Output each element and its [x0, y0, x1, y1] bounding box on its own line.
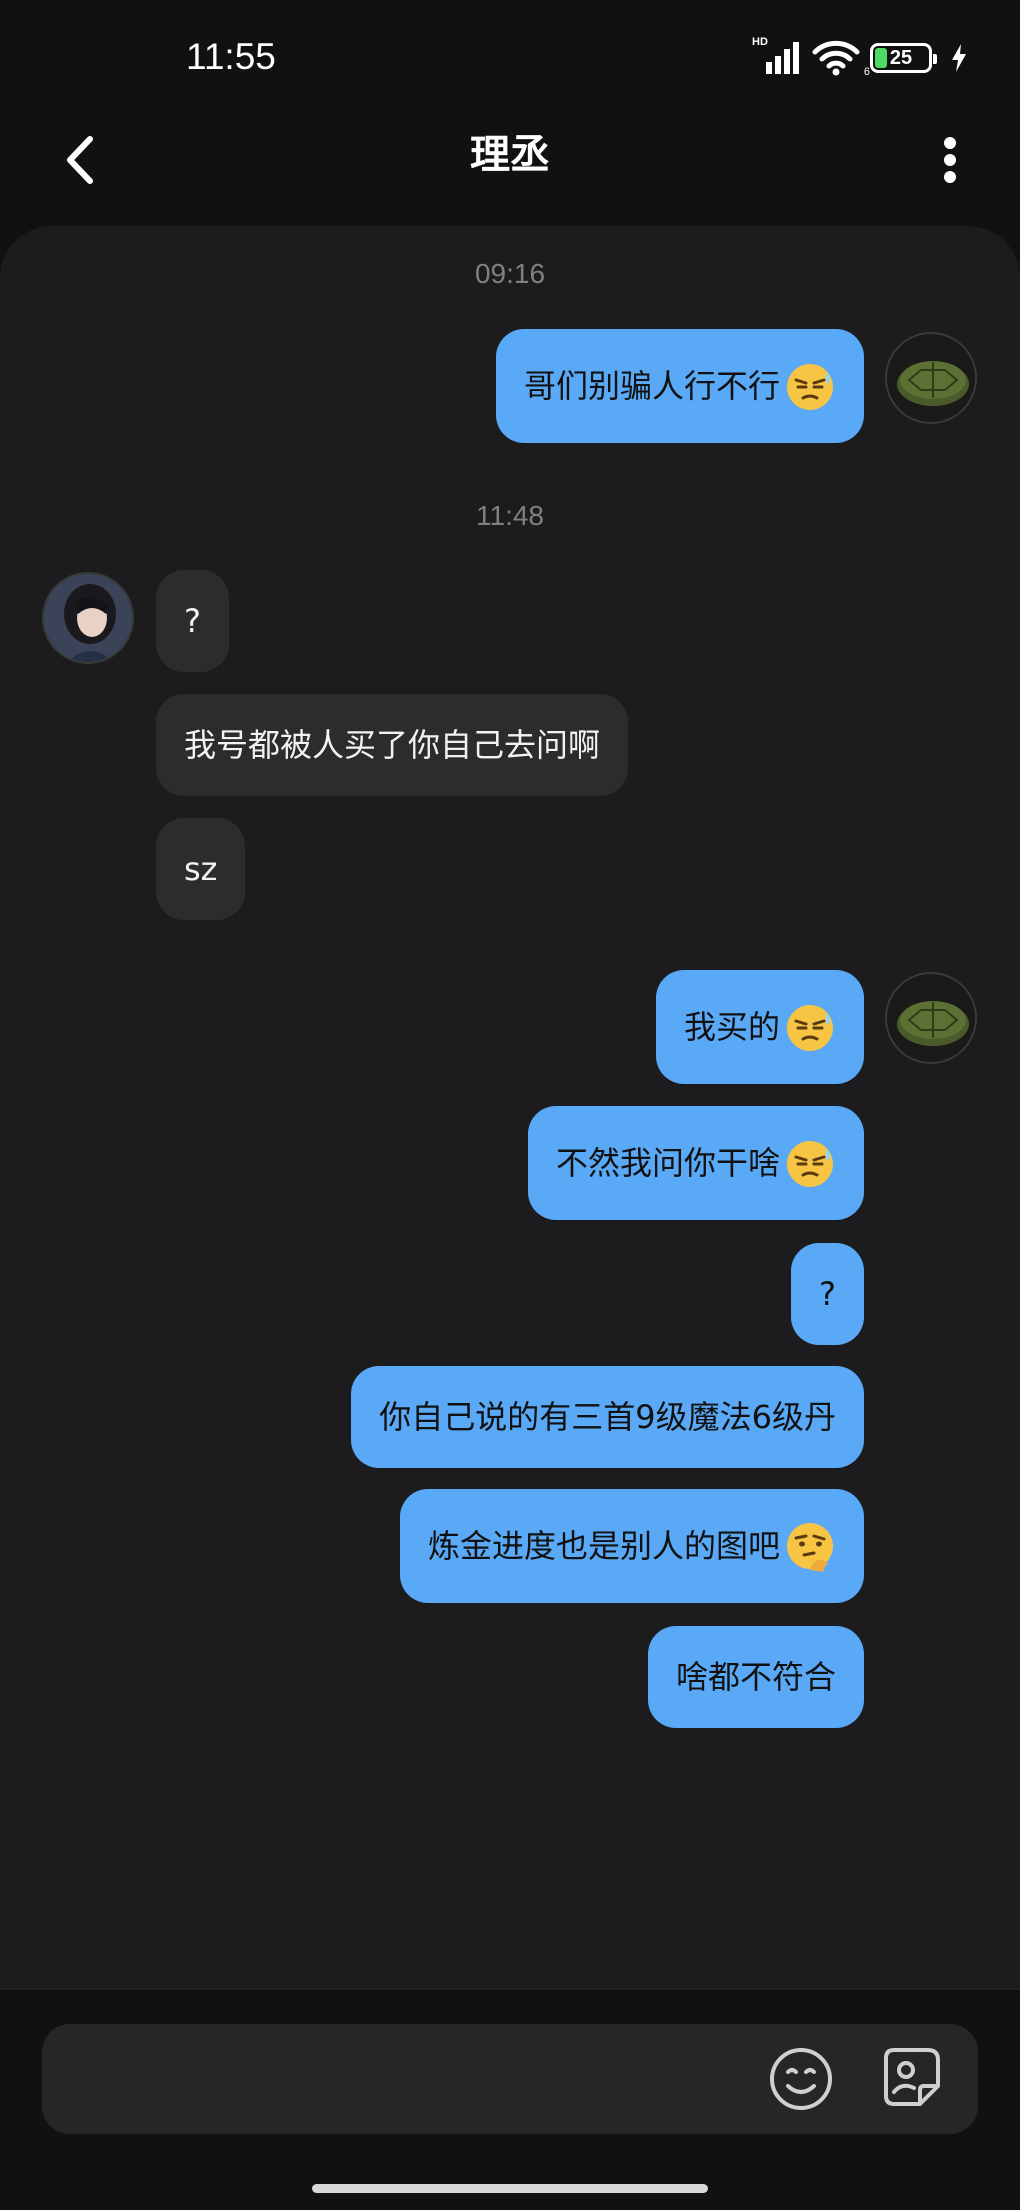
- message-input[interactable]: [42, 2024, 978, 2134]
- battery-level: 25: [889, 46, 913, 69]
- message-bubble-outgoing[interactable]: 你自己说的有三首9级魔法6级丹: [351, 1366, 864, 1468]
- message-text: 我号都被人买了你自己去问啊: [184, 726, 601, 764]
- more-vertical-icon: [944, 137, 956, 183]
- battery-fill: [875, 48, 887, 68]
- message-text: 我买的: [683, 1008, 780, 1046]
- home-indicator[interactable]: [312, 2184, 708, 2193]
- message-list[interactable]: 09:16 哥们别骗人行不行 11:48 ? 我号都被人买了你自己去问啊 sz …: [0, 226, 1020, 1988]
- timestamp: 09:16: [474, 258, 546, 289]
- message-bubble-outgoing[interactable]: 哥们别骗人行不行: [495, 329, 864, 443]
- message-text: ?: [184, 602, 201, 640]
- message-text: sz: [184, 850, 218, 888]
- profile-photo-avatar: [44, 574, 132, 662]
- sweat-smug-emoji: [787, 1005, 833, 1051]
- contact-name: 理丞: [470, 132, 550, 178]
- sweat-smug-emoji: [787, 1141, 833, 1187]
- avatar[interactable]: [885, 972, 977, 1064]
- message-text: 你自己说的有三首9级魔法6级丹: [379, 1398, 836, 1436]
- more-options-button[interactable]: [920, 125, 980, 195]
- wifi-icon: 6: [812, 40, 870, 78]
- sweat-smug-emoji: [787, 364, 833, 410]
- message-bubble-incoming[interactable]: sz: [156, 818, 246, 920]
- message-bubble-outgoing[interactable]: 啥都不符合: [647, 1626, 864, 1728]
- charging-bolt-icon: [952, 44, 966, 72]
- hd-label: HD: [752, 36, 768, 48]
- divider: [0, 1988, 1020, 1990]
- message-text: ?: [819, 1275, 836, 1313]
- sticker-icon: [884, 2048, 940, 2106]
- message-text: 不然我问你干啥: [555, 1144, 780, 1182]
- smile-icon: [770, 2048, 832, 2110]
- message-bubble-outgoing[interactable]: 不然我问你干啥: [527, 1106, 864, 1220]
- chat-header: 理丞: [0, 110, 1020, 226]
- status-bar: 11:55 HD 6 25: [0, 0, 1020, 110]
- message-text: 哥们别骗人行不行: [523, 367, 780, 405]
- wifi-generation-label: 6: [863, 66, 870, 78]
- avatar[interactable]: [42, 572, 134, 664]
- message-bubble-outgoing[interactable]: 炼金进度也是别人的图吧: [399, 1489, 864, 1603]
- cellular-signal-icon: HD: [752, 36, 802, 76]
- turtle-shell-avatar: [887, 974, 975, 1062]
- avatar[interactable]: [885, 332, 977, 424]
- thinking-emoji: [787, 1523, 833, 1572]
- battery-icon: 25: [870, 43, 937, 73]
- status-time: 11:55: [186, 36, 276, 77]
- message-bubble-incoming[interactable]: ?: [156, 570, 229, 672]
- turtle-shell-avatar: [887, 334, 975, 422]
- sticker-button[interactable]: [880, 2046, 942, 2108]
- message-bubble-outgoing[interactable]: 我买的: [655, 970, 864, 1084]
- timestamp: 11:48: [476, 500, 544, 531]
- emoji-button[interactable]: [768, 2046, 834, 2112]
- message-bubble-outgoing[interactable]: ?: [791, 1243, 864, 1345]
- message-text: 啥都不符合: [675, 1658, 836, 1696]
- message-text: 炼金进度也是别人的图吧: [427, 1527, 780, 1565]
- message-bubble-incoming[interactable]: 我号都被人买了你自己去问啊: [156, 694, 629, 796]
- input-bar: [0, 1988, 1020, 2210]
- status-icons: HD 6 25: [752, 36, 968, 78]
